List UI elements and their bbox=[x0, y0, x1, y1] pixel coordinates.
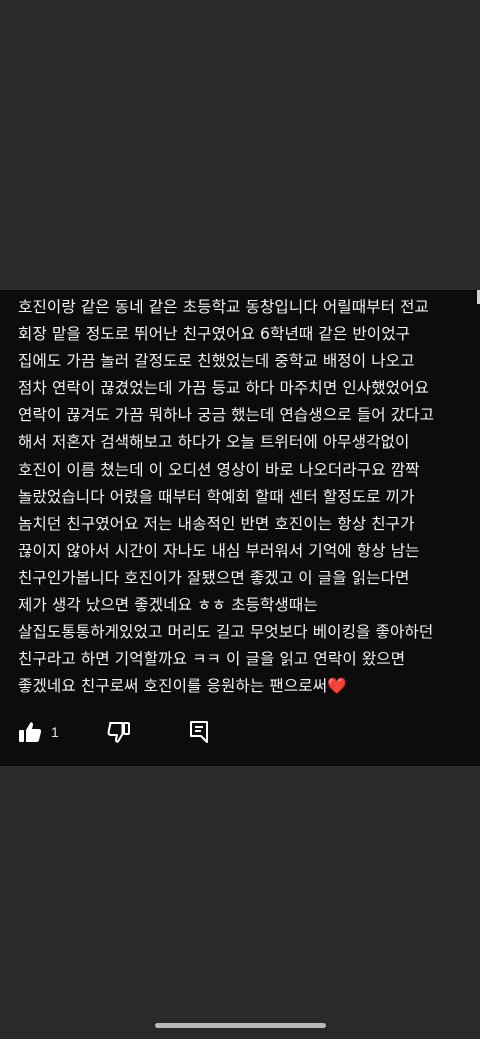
comment-line: 점차 연락이 끊겼었는데 가끔 등교 하다 마주치면 인사했었어요 bbox=[18, 379, 430, 398]
comment-action-bar: 1 bbox=[0, 710, 480, 754]
comment-card: 호진이랑 같은 동네 같은 초등학교 동창입니다 어릴때부터 전교 회장 맡을 … bbox=[0, 290, 480, 766]
comment-line: 놀랐었습니다 어렸을 때부터 학예회 할때 센터 할정도로 끼가 bbox=[18, 487, 415, 506]
comment-line: 끊이지 않아서 시간이 자나도 내심 부러워서 기억에 항상 남는 bbox=[18, 541, 420, 560]
comment-line: 회장 맡을 정도로 뛰어난 친구였어요 6학년때 같은 반이었구 bbox=[18, 325, 411, 344]
reply-button[interactable] bbox=[188, 720, 210, 744]
comment-line: 연락이 끊겨도 가끔 뭐하나 궁금 했는데 연습생으로 들어 갔다고 bbox=[18, 406, 435, 425]
comment-line: 살집도통통하게있었고 머리도 길고 무엇보다 베이킹을 좋아하던 bbox=[18, 623, 434, 642]
comment-line: 집에도 가끔 놀러 갈정도로 친했었는데 중학교 배정이 나오고 bbox=[18, 352, 415, 371]
dislike-button[interactable] bbox=[107, 720, 131, 744]
comment-last-line: 좋겠네요 친구로써 호진이를 응원하는 팬으로써❤️ bbox=[18, 673, 474, 700]
comment-line: 놈치던 친구였어요 저는 내송적인 반면 호진이는 항상 친구가 bbox=[18, 514, 415, 533]
thumbs-down-icon bbox=[107, 722, 130, 743]
reply-icon bbox=[190, 721, 208, 743]
comment-line: 친구인가봅니다 호진이가 잘됐으면 좋겠고 이 글을 읽는다면 bbox=[18, 568, 410, 587]
like-count: 1 bbox=[51, 724, 59, 740]
thumbs-up-icon bbox=[19, 722, 42, 742]
comment-line: 해서 저혼자 검색해보고 하다가 오늘 트위터에 아무생각없이 bbox=[18, 433, 410, 452]
comment-line: 호진이랑 같은 동네 같은 초등학교 동창입니다 어릴때부터 전교 bbox=[18, 298, 430, 316]
heart-emoji-icon: ❤️ bbox=[327, 677, 347, 696]
home-indicator-bar[interactable] bbox=[155, 1023, 326, 1028]
comment-line: 제가 생각 났으면 좋겠네요 ㅎㅎ 초등학생때는 bbox=[18, 596, 318, 615]
comment-line-text: 좋겠네요 친구로써 호진이를 응원하는 팬으로써 bbox=[18, 677, 328, 696]
comment-text: 호진이랑 같은 동네 같은 초등학교 동창입니다 어릴때부터 전교 회장 맡을 … bbox=[18, 294, 474, 700]
empty-top-area bbox=[0, 0, 480, 290]
like-button[interactable]: 1 bbox=[18, 720, 59, 744]
comment-line: 호진이 이름 쳤는데 이 오디션 영상이 바로 나오더라구요 깜짝 bbox=[18, 460, 420, 479]
comment-line: 친구라고 하면 기억할까요 ㅋㅋ 이 글을 읽고 연락이 왔으면 bbox=[18, 650, 406, 669]
